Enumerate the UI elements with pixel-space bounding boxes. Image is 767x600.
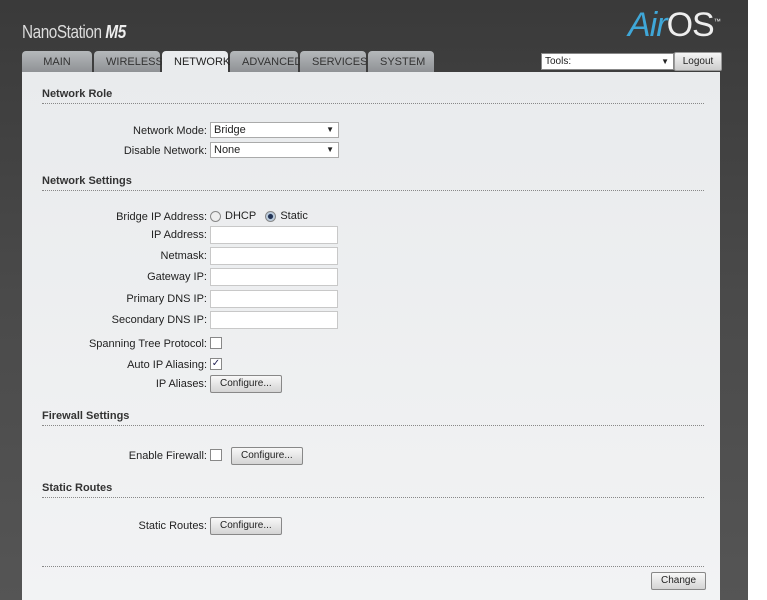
label: Primary DNS IP:: [126, 293, 207, 305]
main-tabs: MAIN WIRELESS NETWORK ADVANCED SERVICES …: [22, 51, 434, 72]
label: Disable Network:: [123, 145, 207, 157]
stp-checkbox[interactable]: [210, 337, 222, 349]
logo-tm: ™: [713, 18, 721, 26]
change-button[interactable]: Change: [651, 572, 707, 590]
section-firewall: Firewall Settings: [42, 410, 704, 426]
chevron-down-icon: ▼: [326, 145, 334, 154]
value: None: [214, 144, 241, 156]
stp-row: Spanning Tree Protocol:: [22, 335, 422, 353]
auto-alias-checkbox[interactable]: ✓: [210, 358, 222, 370]
label: IP Aliases:: [155, 378, 207, 390]
auto-alias-row: Auto IP Aliasing: ✓: [22, 356, 422, 374]
firewall-row: Enable Firewall: Configure...: [22, 447, 422, 465]
dhcp-radio[interactable]: [210, 210, 221, 222]
secondary-dns-row: Secondary DNS IP:: [22, 311, 422, 329]
window-frame: NanoStation M5 AirOS™ MAIN WIRELESS NETW…: [0, 0, 748, 600]
netmask-row: Netmask:: [22, 247, 422, 265]
bridge-ip-radios: DHCP Static: [210, 210, 308, 222]
tools-dropdown[interactable]: Tools: ▼: [541, 53, 674, 70]
value: Bridge: [214, 124, 246, 136]
network-mode-select[interactable]: Bridge ▼: [210, 122, 339, 138]
static-routes-configure-button[interactable]: Configure...: [210, 517, 282, 535]
gateway-row: Gateway IP:: [22, 268, 422, 286]
label: Auto IP Aliasing:: [127, 359, 207, 371]
firewall-checkbox[interactable]: [210, 449, 222, 461]
tab-main[interactable]: MAIN: [22, 51, 92, 72]
device-name: NanoStation M5: [22, 22, 126, 43]
chevron-down-icon: ▼: [661, 57, 669, 66]
label: Secondary DNS IP:: [111, 314, 207, 326]
static-label: Static: [280, 210, 308, 222]
tab-wireless[interactable]: WIRELESS: [94, 51, 163, 72]
ip-aliases-row: IP Aliases: Configure...: [22, 375, 422, 393]
airos-logo: AirOS™: [628, 6, 721, 45]
label: Bridge IP Address:: [116, 211, 207, 223]
tools-value: Tools:: [545, 56, 572, 67]
static-radio[interactable]: [265, 210, 277, 222]
dhcp-label: DHCP: [225, 210, 257, 222]
secondary-dns-input[interactable]: [210, 311, 338, 329]
section-network-settings: Network Settings: [42, 175, 704, 191]
disable-network-select[interactable]: None ▼: [210, 142, 339, 158]
chevron-down-icon: ▼: [326, 125, 334, 134]
model-text: M5: [105, 22, 126, 42]
bridge-ip-row: Bridge IP Address: DHCP Static: [22, 208, 422, 226]
logout-button[interactable]: Logout: [674, 52, 722, 71]
ip-address-input[interactable]: [210, 226, 338, 244]
static-routes-row: Static Routes: Configure...: [22, 517, 422, 535]
label: Enable Firewall:: [128, 450, 207, 462]
primary-dns-input[interactable]: [210, 290, 338, 308]
divider: [42, 566, 704, 567]
ip-address-row: IP Address:: [22, 226, 422, 244]
section-network-role: Network Role: [42, 88, 704, 104]
label: Spanning Tree Protocol:: [88, 338, 207, 350]
network-mode-row: Network Mode: Bridge ▼: [22, 122, 422, 140]
label: IP Address:: [150, 229, 207, 241]
logo-os: OS: [666, 6, 715, 44]
brand-text: NanoStation: [22, 22, 102, 42]
gateway-input[interactable]: [210, 268, 338, 286]
tab-advanced[interactable]: ADVANCED: [230, 51, 302, 72]
firewall-configure-button[interactable]: Configure...: [231, 447, 303, 465]
section-static-routes: Static Routes: [42, 482, 704, 498]
content-panel: Network Role Network Mode: Bridge ▼ Disabl…: [22, 72, 720, 600]
ip-aliases-configure-button[interactable]: Configure...: [210, 375, 282, 393]
logo-air: Air: [628, 6, 668, 44]
primary-dns-row: Primary DNS IP:: [22, 290, 422, 308]
disable-network-row: Disable Network: None ▼: [22, 142, 422, 160]
label: Network Mode:: [133, 125, 207, 137]
tab-services[interactable]: SERVICES: [300, 51, 367, 72]
label: Static Routes:: [138, 520, 207, 532]
label: Gateway IP:: [147, 271, 207, 283]
tab-system[interactable]: SYSTEM: [368, 51, 434, 72]
netmask-input[interactable]: [210, 247, 338, 265]
label: Netmask:: [160, 250, 207, 262]
tab-network[interactable]: NETWORK: [162, 51, 230, 72]
